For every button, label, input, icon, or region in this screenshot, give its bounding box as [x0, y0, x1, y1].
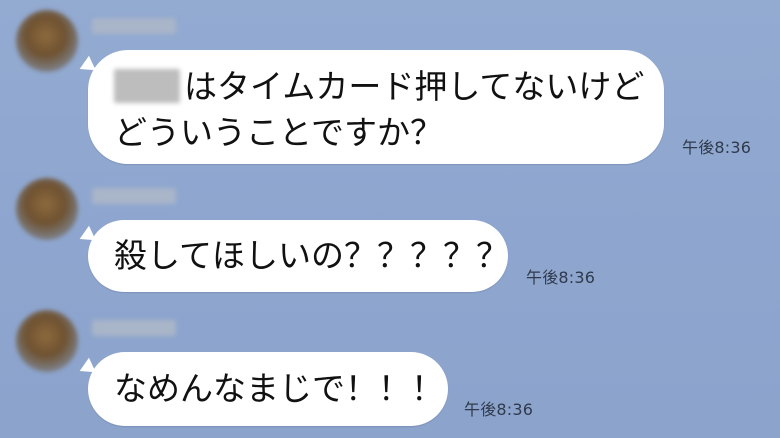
message-bubble[interactable]: はタイムカード押してないけど どういうことですか？	[76, 50, 664, 164]
message-bubble[interactable]: 殺してほしいの？？？？？	[76, 220, 509, 292]
bubble-tail-icon	[76, 225, 96, 247]
message-text-line: どういうことですか？	[114, 113, 444, 152]
redacted-name	[114, 69, 180, 103]
message-timestamp: 午後8:36	[464, 400, 534, 419]
message-bubble[interactable]: なめんなまじで！！！	[76, 352, 448, 426]
avatar[interactable]	[16, 310, 78, 372]
bubble-tail-icon	[76, 357, 96, 379]
sender-name-blurred	[92, 188, 176, 204]
bubble-tail-icon	[76, 55, 96, 77]
avatar[interactable]	[16, 178, 78, 240]
chat-area[interactable]: はタイムカード押してないけど どういうことですか？ 午後8:36 殺してほしいの…	[0, 0, 780, 438]
sender-name-blurred	[92, 320, 176, 336]
message-timestamp: 午後8:36	[682, 138, 752, 157]
message-timestamp: 午後8:36	[526, 268, 596, 287]
message-text-line: はタイムカード押してないけど	[114, 64, 644, 110]
sender-name-blurred	[92, 18, 176, 34]
avatar[interactable]	[16, 10, 78, 72]
